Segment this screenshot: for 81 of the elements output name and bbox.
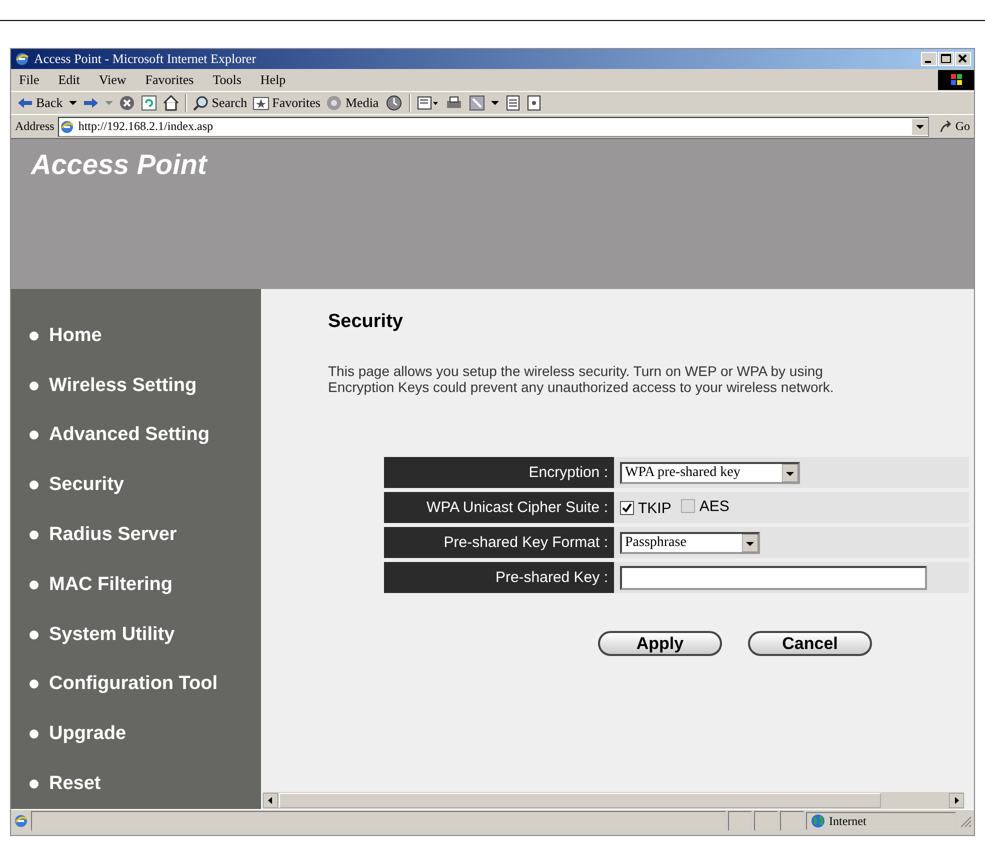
home-icon[interactable]: [162, 95, 179, 111]
forward-arrow-icon[interactable]: [82, 97, 99, 109]
address-field[interactable]: http://192.168.2.1/index.asp: [58, 116, 930, 136]
dropdown-arrow-icon: [782, 464, 798, 482]
bullet-icon: [29, 580, 39, 590]
menu-item[interactable]: View: [96, 71, 128, 89]
window-title: Access Point - Microsoft Internet Explorer: [34, 51, 258, 67]
nav-link[interactable]: Upgrade: [11, 709, 126, 760]
page-icon: [13, 813, 29, 829]
field-label: Pre-shared Key :: [384, 562, 614, 593]
nav-link[interactable]: MAC Filtering: [11, 560, 172, 610]
windows-logo-icon: [938, 70, 974, 90]
bullet-icon: [29, 480, 39, 490]
status-pane: [780, 811, 804, 831]
go-button[interactable]: Go: [939, 119, 970, 134]
favorites-button[interactable]: Favorites: [253, 95, 320, 111]
document-icon[interactable]: [504, 95, 521, 111]
page-description: This page allows you setup the wireless security. Turn on WEP or WPA by using Encryption Keys could prevent any unauthorized access to your wireless network.: [328, 363, 835, 395]
nav-link[interactable]: Configuration Tool: [11, 660, 218, 710]
address-label: Address: [15, 119, 54, 134]
resize-grip-icon: [958, 814, 972, 828]
page-title: Security: [328, 311, 403, 333]
checkbox[interactable]: [620, 501, 634, 516]
menu-item[interactable]: Tools: [210, 71, 244, 89]
star-folder-icon: [253, 96, 270, 110]
scroll-left-icon: [263, 793, 278, 808]
field-label: Encryption :: [384, 457, 614, 488]
nav-link[interactable]: Radius Server: [11, 510, 177, 560]
bullet-icon: [29, 380, 39, 391]
maximize-icon[interactable]: [938, 52, 954, 66]
checkbox[interactable]: [681, 499, 696, 514]
bullet-icon: [29, 530, 39, 540]
search-button[interactable]: Search: [192, 95, 248, 111]
back-arrow-icon: [17, 97, 33, 109]
minimize-icon[interactable]: [921, 52, 937, 66]
site-logo: Access Point: [30, 148, 207, 181]
status-pane: [728, 811, 752, 831]
nav-link[interactable]: Reset: [11, 759, 101, 809]
dropdown-arrow-icon[interactable]: [490, 100, 499, 106]
field-label: Pre-shared Key Format :: [384, 527, 614, 558]
form-button[interactable]: Apply: [598, 631, 722, 656]
status-pane: [754, 811, 778, 831]
bullet-icon: [29, 779, 39, 790]
horizontal-scrollbar[interactable]: [263, 792, 964, 809]
nav-link[interactable]: Wireless Setting: [11, 360, 197, 411]
bullet-icon: [29, 330, 39, 341]
nav-link[interactable]: Advanced Setting: [11, 410, 210, 460]
go-arrow-icon: [939, 120, 954, 134]
refresh-icon[interactable]: [140, 95, 157, 111]
stop-icon[interactable]: [118, 95, 135, 111]
menu-item[interactable]: Favorites: [143, 71, 196, 89]
dropdown[interactable]: Passphrase: [620, 532, 760, 554]
dropdown[interactable]: WPA pre-shared key: [620, 462, 800, 484]
media-button[interactable]: Media: [326, 95, 379, 111]
bullet-icon: [29, 729, 39, 740]
check-icon: [622, 503, 632, 514]
back-button[interactable]: Back: [17, 95, 63, 111]
checkbox-label: AES: [699, 498, 730, 515]
browser-icon: [14, 51, 30, 67]
page-icon: [59, 118, 76, 134]
key-input-field[interactable]: [620, 566, 927, 590]
menu-item[interactable]: File: [17, 71, 42, 89]
close-icon[interactable]: [955, 52, 971, 66]
bullet-icon: [29, 430, 39, 440]
field-label: WPA Unicast Cipher Suite :: [384, 492, 614, 523]
search-icon: [192, 95, 209, 111]
bullet-icon: [29, 630, 39, 640]
form-button[interactable]: Cancel: [748, 631, 872, 656]
menu-item[interactable]: Help: [258, 71, 288, 89]
zone-label: Internet: [829, 814, 866, 828]
dropdown-arrow-icon[interactable]: [68, 100, 77, 106]
history-icon[interactable]: [384, 95, 403, 111]
checkbox-label: TKIP: [638, 500, 672, 517]
dropdown-arrow-icon: [742, 534, 758, 552]
nav-link[interactable]: Home: [11, 311, 102, 361]
printer-icon[interactable]: [444, 95, 463, 111]
nav-link[interactable]: Security: [11, 460, 124, 510]
scroll-right-icon: [949, 793, 964, 808]
menu-item[interactable]: Edit: [56, 71, 82, 89]
nav-link[interactable]: System Utility: [11, 610, 175, 660]
bullet-icon: [29, 679, 39, 690]
